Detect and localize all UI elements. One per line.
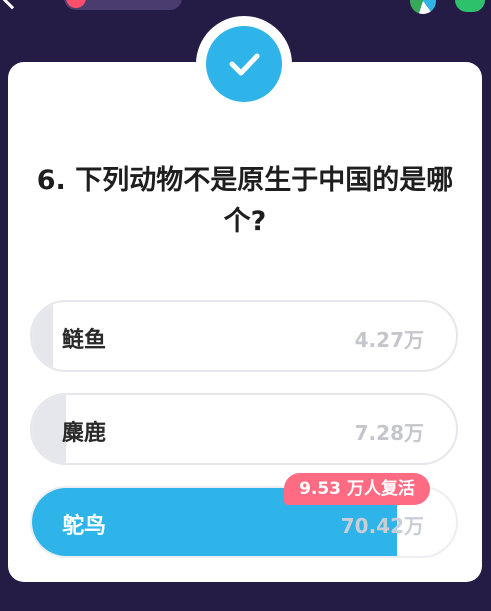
revive-count-suffix: 万人复活 [346,479,415,499]
option-3-label: 鸵鸟 [62,514,107,539]
chat-icon[interactable] [455,0,485,12]
question-text: 6. 下列动物不是原生于中国的是哪个? [36,165,454,237]
option-3-count: 70.42万 [340,514,424,538]
pie-chart-icon[interactable] [410,0,436,14]
option-1[interactable]: 鲢鱼 4.27万 [30,300,458,372]
revive-count-value: 9.53 [299,479,342,499]
revive-count-tag: 9.53 万人复活 [284,473,430,505]
option-2-count: 7.28万 [354,421,424,445]
option-2-bar [32,395,66,463]
check-icon [229,53,260,76]
option-1-label: 鲢鱼 [62,328,107,353]
correct-badge-circle [206,26,282,102]
option-1-bar [32,302,54,370]
option-1-count: 4.27万 [354,328,424,352]
top-bar [0,0,491,14]
revive-card-pill[interactable] [64,0,182,10]
option-2[interactable]: 麋鹿 7.28万 [30,393,458,465]
heart-icon [66,0,86,8]
option-2-label: 麋鹿 [62,421,107,446]
correct-badge [196,16,292,112]
back-chevron-icon[interactable] [0,0,24,10]
